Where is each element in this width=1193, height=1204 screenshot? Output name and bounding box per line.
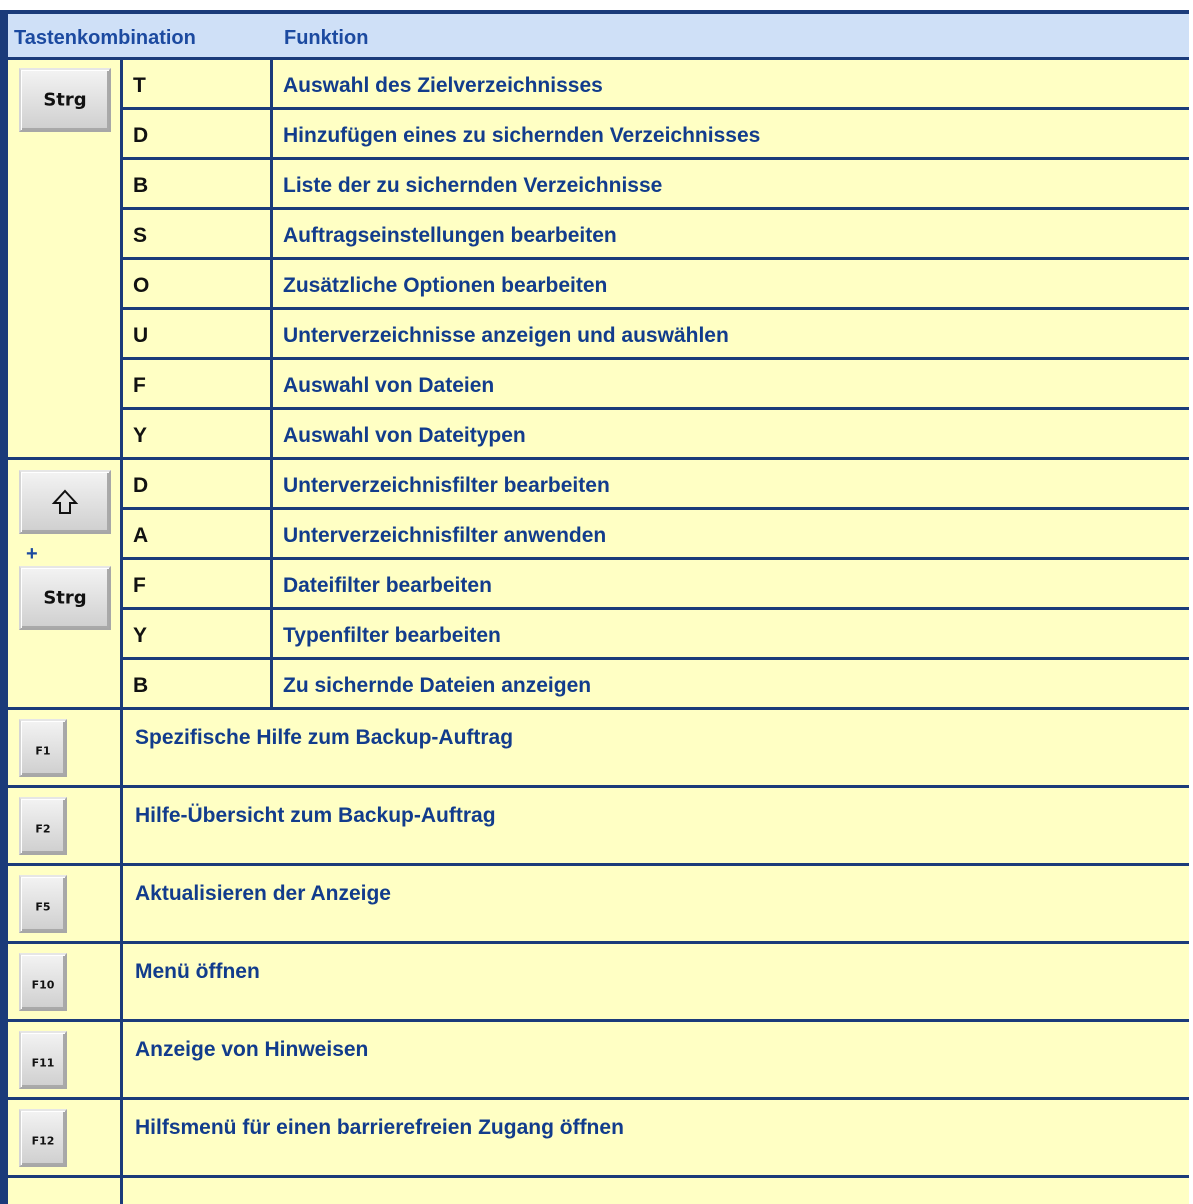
shortcut-function-cell: Unterverzeichnisfilter bearbeiten	[273, 460, 1189, 507]
strg-key-icon: Strg	[19, 566, 111, 630]
shift-strg-group-key-cell: + Strg	[8, 460, 120, 707]
function-description-cell: Aktualisieren der Anzeige	[123, 866, 1189, 941]
shortcut-key-cell: Y	[123, 610, 270, 657]
shortcut-function-cell: Auswahl des Zielverzeichnisses	[273, 60, 1189, 107]
shortcut-function-cell: Zu sichernde Dateien anzeigen	[273, 660, 1189, 707]
shortcut-key-cell: B	[123, 660, 270, 707]
shift-arrow-icon	[19, 470, 111, 534]
f11-key-icon: F11	[19, 1031, 67, 1089]
f1-key-icon: F1	[19, 719, 67, 777]
table-header: Tastenkombination Funktion	[8, 14, 1189, 57]
shortcut-function-cell: Liste der zu sichernden Verzeichnisse	[273, 160, 1189, 207]
partial-key-cell	[8, 1178, 120, 1204]
header-key-combination: Tastenkombination	[14, 27, 196, 49]
f2-key-cell: F2	[8, 788, 120, 863]
partial-function-cell	[123, 1178, 1189, 1204]
function-description-cell: Menü öffnen	[123, 944, 1189, 1019]
f10-key-icon: F10	[19, 953, 67, 1011]
f1-key-cell: F1	[8, 710, 120, 785]
shortcut-key-cell: F	[123, 560, 270, 607]
shortcut-key-cell: Y	[123, 410, 270, 457]
function-description-cell: Spezifische Hilfe zum Backup-Auftrag	[123, 710, 1189, 785]
header-function: Funktion	[284, 27, 369, 49]
f5-key-cell: F5	[8, 866, 120, 941]
f5-key-icon: F5	[19, 875, 67, 933]
function-description-cell: Hilfsmenü für einen barrierefreien Zugan…	[123, 1100, 1189, 1175]
function-description-cell: Hilfe-Übersicht zum Backup-Auftrag	[123, 788, 1189, 863]
shortcut-key-cell: O	[123, 260, 270, 307]
shortcut-function-cell: Zusätzliche Optionen bearbeiten	[273, 260, 1189, 307]
shortcut-key-cell: D	[123, 110, 270, 157]
shortcut-function-cell: Dateifilter bearbeiten	[273, 560, 1189, 607]
f10-key-cell: F10	[8, 944, 120, 1019]
shortcut-function-cell: Unterverzeichnisse anzeigen und auswähle…	[273, 310, 1189, 357]
shortcut-key-cell: F	[123, 360, 270, 407]
shortcut-function-cell: Auftragseinstellungen bearbeiten	[273, 210, 1189, 257]
shortcut-function-cell: Auswahl von Dateitypen	[273, 410, 1189, 457]
shortcut-function-cell: Unterverzeichnisfilter anwenden	[273, 510, 1189, 557]
shortcut-function-cell: Hinzufügen eines zu sichernden Verzeichn…	[273, 110, 1189, 157]
strg-group-key-cell: Strg	[8, 60, 120, 457]
f12-key-cell: F12	[8, 1100, 120, 1175]
strg-key-icon: Strg	[19, 68, 111, 132]
shortcut-function-cell: Typenfilter bearbeiten	[273, 610, 1189, 657]
shortcut-key-cell: U	[123, 310, 270, 357]
shortcut-key-cell: S	[123, 210, 270, 257]
shortcut-table: Tastenkombination Funktion Strg + Strg T…	[0, 10, 1193, 1204]
f12-key-icon: F12	[19, 1109, 67, 1167]
shortcut-function-cell: Auswahl von Dateien	[273, 360, 1189, 407]
function-description-cell: Anzeige von Hinweisen	[123, 1022, 1189, 1097]
shortcut-key-cell: A	[123, 510, 270, 557]
shortcut-key-cell: D	[123, 460, 270, 507]
plus-sign: +	[26, 543, 38, 565]
f11-key-cell: F11	[8, 1022, 120, 1097]
shortcut-key-cell: T	[123, 60, 270, 107]
shortcut-key-cell: B	[123, 160, 270, 207]
f2-key-icon: F2	[19, 797, 67, 855]
